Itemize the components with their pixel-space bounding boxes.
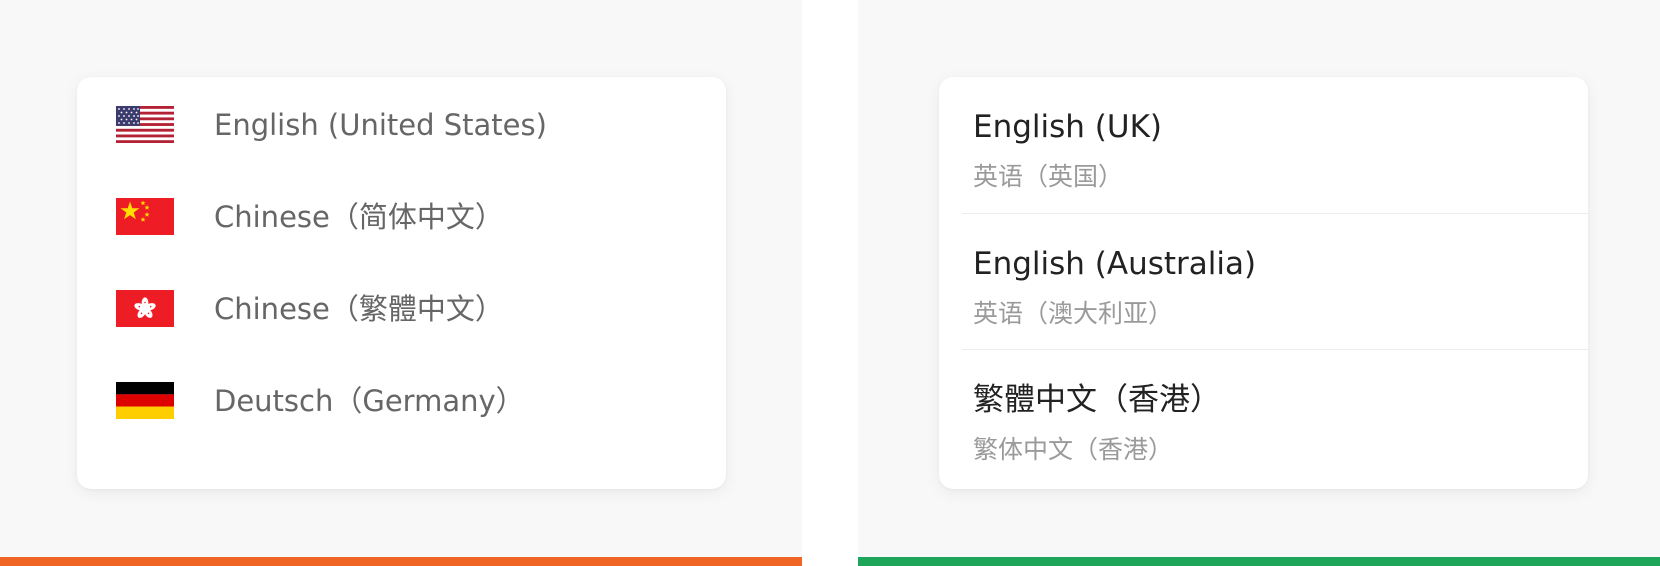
hk-flag-icon xyxy=(116,290,174,327)
region-subtitle: 英语（英国） xyxy=(973,162,1124,191)
us-flag-icon xyxy=(116,106,174,143)
region-item-english-australia[interactable]: English (Australia) 英语（澳大利亚） xyxy=(939,214,1588,350)
region-item-english-uk[interactable]: English (UK) 英语（英国） xyxy=(939,77,1588,213)
language-item-english-us[interactable]: English (United States) xyxy=(77,79,726,171)
language-label: Chinese（简体中文） xyxy=(214,200,504,234)
region-list-panel: English (UK) 英语（英国） English (Australia) … xyxy=(858,0,1660,566)
language-item-deutsch[interactable]: Deutsch（Germany） xyxy=(77,355,726,447)
accent-bar xyxy=(0,557,802,566)
language-list-panel: English (United States) Chinese（简体中文） Ch… xyxy=(0,0,802,566)
region-title: English (Australia) xyxy=(973,246,1257,282)
region-title: English (UK) xyxy=(973,109,1162,145)
language-label: Chinese（繁體中文） xyxy=(214,292,504,326)
cn-flag-icon xyxy=(116,198,174,235)
language-label: Deutsch（Germany） xyxy=(214,384,525,418)
language-list-card: English (United States) Chinese（简体中文） Ch… xyxy=(77,77,726,489)
region-title: 繁體中文（香港） xyxy=(973,382,1221,418)
de-flag-icon xyxy=(116,382,174,419)
language-label: English (United States) xyxy=(214,108,547,142)
region-subtitle: 繁体中文（香港） xyxy=(973,435,1174,464)
accent-bar xyxy=(858,557,1660,566)
region-item-traditional-chinese-hk[interactable]: 繁體中文（香港） 繁体中文（香港） xyxy=(939,350,1588,486)
region-list-card: English (UK) 英语（英国） English (Australia) … xyxy=(939,77,1588,489)
language-item-chinese-traditional[interactable]: Chinese（繁體中文） xyxy=(77,263,726,355)
region-subtitle: 英语（澳大利亚） xyxy=(973,299,1174,328)
language-item-chinese-simplified[interactable]: Chinese（简体中文） xyxy=(77,171,726,263)
